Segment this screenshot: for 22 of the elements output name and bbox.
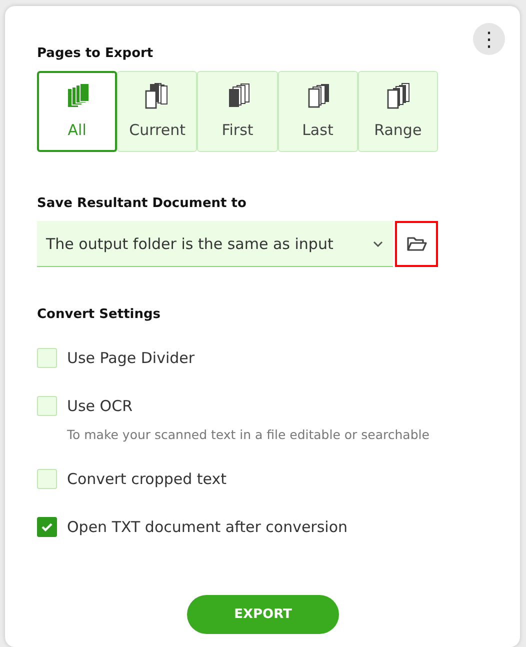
pages-icon [144, 83, 170, 109]
checkbox[interactable] [37, 517, 57, 537]
output-folder-dropdown[interactable]: The output folder is the same as input [37, 221, 393, 267]
checkbox-label[interactable]: Convert cropped text [67, 470, 227, 488]
page-option[interactable]: Range [358, 71, 438, 152]
section-title: Convert Settings [37, 307, 161, 322]
checkbox-label[interactable]: Use OCR [67, 397, 132, 415]
more-button[interactable]: ⋮ [473, 23, 505, 55]
page-option[interactable]: First [197, 71, 278, 152]
page-option[interactable]: All [37, 71, 118, 152]
checkbox-label[interactable]: Open TXT document after conversion [67, 518, 348, 536]
page-option[interactable]: Current [117, 71, 198, 152]
hint-text: To make your scanned text in a file editable or searchable [67, 427, 430, 442]
section-title: Save Resultant Document to [37, 196, 246, 211]
folder-icon [406, 236, 426, 252]
chevron-down-icon [373, 240, 383, 246]
page-option[interactable]: Last [278, 71, 358, 152]
checkbox-label[interactable]: Use Page Divider [67, 349, 195, 367]
section-title: Pages to Export [37, 46, 154, 61]
pages-icon [384, 83, 411, 109]
checkmark-icon [41, 522, 53, 532]
browse-folder-button[interactable] [395, 221, 438, 267]
